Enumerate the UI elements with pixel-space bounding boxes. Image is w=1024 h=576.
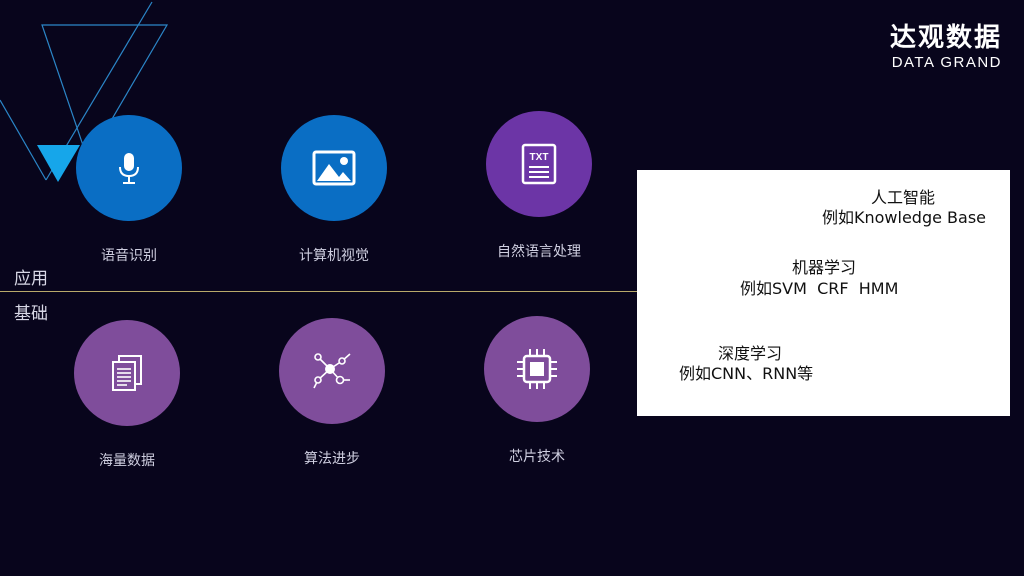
nlp-circle: TXT	[486, 111, 592, 217]
logo-chinese-text: 达观数据	[889, 23, 1002, 53]
nlp-label: 自然语言处理	[497, 244, 581, 260]
algorithm-circle	[279, 318, 385, 424]
dl-example: 例如CNN、RNN等	[679, 364, 814, 383]
documents-icon	[112, 355, 142, 391]
foundation-item-data: 海量数据	[37, 320, 217, 470]
vision-label: 计算机视觉	[299, 248, 369, 264]
ai-hierarchy-box: 人工智能 例如Knowledge Base 机器学习 例如SVM CRF HMM…	[637, 170, 1010, 416]
chip-circle	[484, 316, 590, 422]
logo-english-text: DATA GRAND	[891, 54, 1002, 71]
data-circle	[74, 320, 180, 426]
txt-icon-text: TXT	[530, 152, 549, 163]
txt-document-icon: TXT	[521, 143, 557, 185]
ml-example: 例如SVM CRF HMM	[740, 279, 899, 298]
microphone-icon	[119, 153, 139, 184]
application-item-speech: 语音识别	[39, 115, 219, 265]
application-item-nlp: TXT 自然语言处理	[449, 111, 629, 261]
chip-icon	[517, 349, 557, 389]
foundation-item-chip: 芯片技术	[447, 316, 627, 466]
algorithm-label: 算法进步	[304, 451, 360, 467]
speech-label: 语音识别	[101, 248, 157, 264]
section-label-application: 应用	[14, 269, 48, 289]
vision-circle	[281, 115, 387, 221]
speech-circle	[76, 115, 182, 221]
image-icon	[312, 150, 356, 186]
chip-label: 芯片技术	[509, 449, 565, 465]
network-nodes-icon	[313, 353, 351, 389]
ai-example: 例如Knowledge Base	[822, 208, 987, 227]
application-item-vision: 计算机视觉	[244, 115, 424, 265]
data-label: 海量数据	[99, 453, 155, 469]
brand-logo: 达观数据 DATA GRAND	[890, 22, 1002, 72]
section-divider	[0, 291, 637, 292]
foundation-item-algorithm: 算法进步	[242, 318, 422, 468]
